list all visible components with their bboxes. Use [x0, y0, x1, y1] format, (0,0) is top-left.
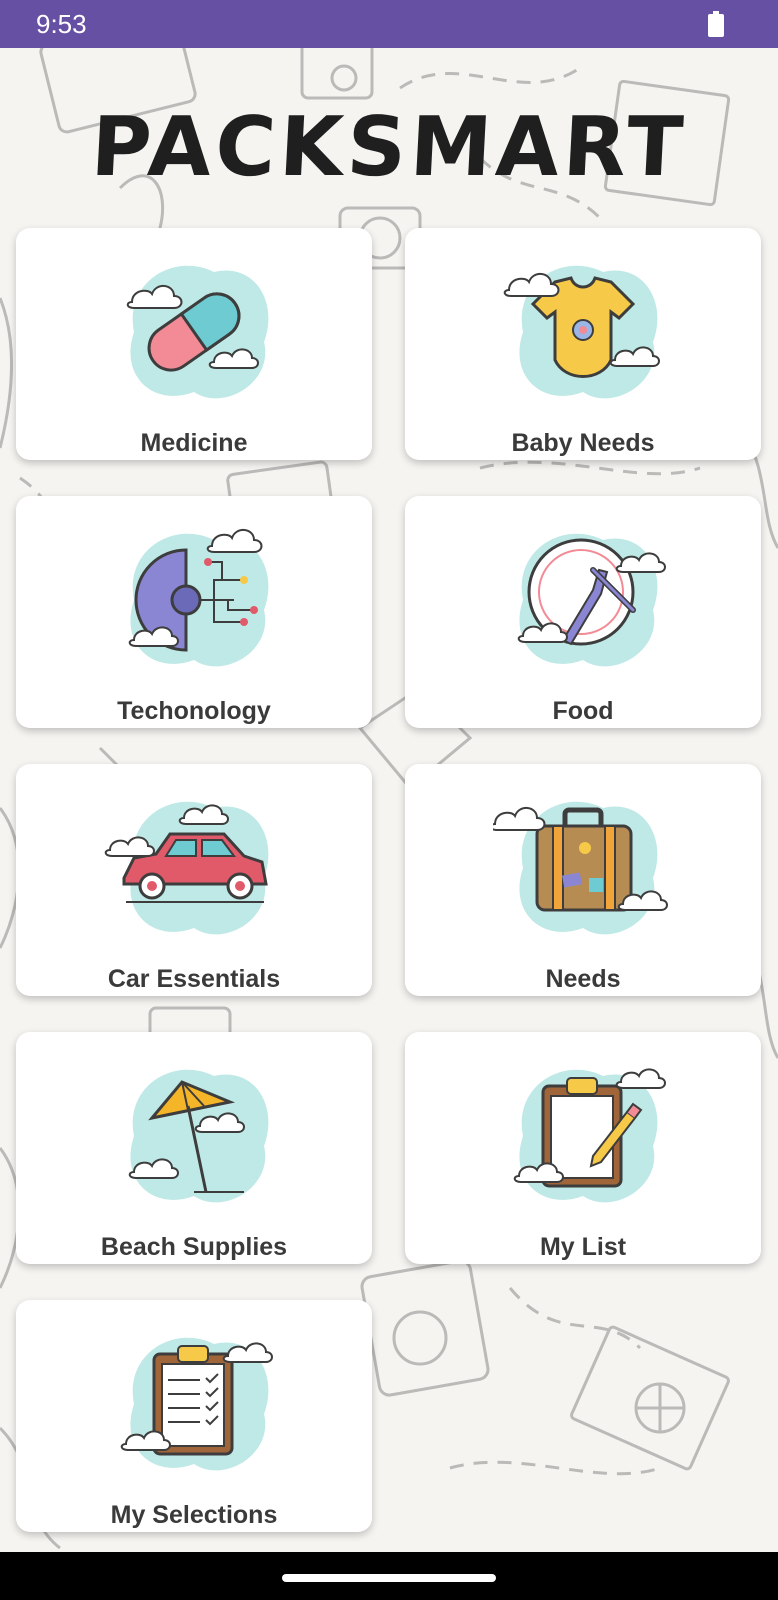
category-card-my-list[interactable]: My List	[405, 1032, 761, 1264]
category-label: Baby Needs	[511, 429, 655, 457]
beach-umbrella-icon	[128, 1069, 269, 1203]
category-card-medicine[interactable]: Medicine	[16, 228, 372, 460]
technology-gear-circuit-icon	[128, 529, 269, 667]
category-label: My List	[539, 1233, 627, 1261]
category-label: Techonology	[117, 697, 271, 725]
baby-onesie-icon	[503, 265, 660, 399]
home-gesture-handle[interactable]	[282, 1574, 496, 1582]
food-plate-cutlery-icon	[517, 533, 666, 667]
clipboard-pencil-icon	[513, 1068, 666, 1203]
category-card-car-essentials[interactable]: Car Essentials	[16, 764, 372, 996]
category-label: Car Essentials	[107, 965, 281, 993]
clipboard-checklist-icon	[120, 1337, 273, 1471]
category-card-techonology[interactable]: Techonology	[16, 496, 372, 728]
category-card-baby-needs[interactable]: Baby Needs	[405, 228, 761, 460]
medicine-capsule-icon	[126, 265, 269, 399]
category-label: Medicine	[140, 429, 248, 457]
category-card-food[interactable]: Food	[405, 496, 761, 728]
system-navigation-bar	[0, 1552, 778, 1600]
suitcase-icon	[493, 801, 668, 935]
category-card-needs[interactable]: Needs	[405, 764, 761, 996]
category-label: Food	[552, 697, 614, 725]
category-card-my-selections[interactable]: My Selections	[16, 1300, 372, 1532]
category-label: Beach Supplies	[100, 1233, 288, 1261]
category-card-beach-supplies[interactable]: Beach Supplies	[16, 1032, 372, 1264]
category-grid: Medicine Baby Needs Techonology Food Car…	[0, 0, 778, 1552]
category-label: Needs	[545, 965, 621, 993]
category-label: My Selections	[110, 1501, 278, 1529]
car-icon	[104, 801, 269, 935]
